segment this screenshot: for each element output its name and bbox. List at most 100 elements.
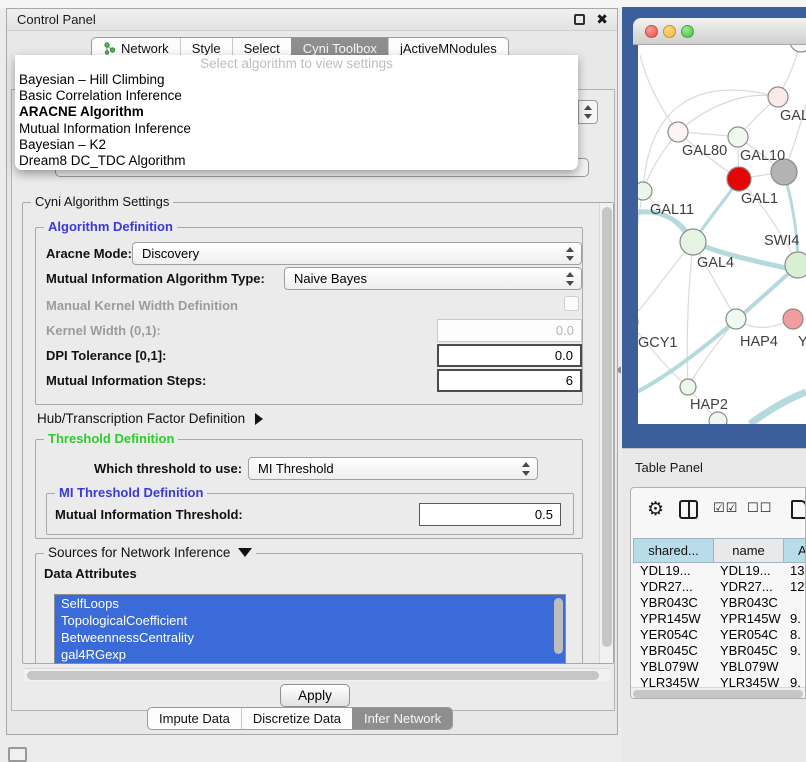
data-attributes-label: Data Attributes — [44, 566, 137, 581]
table-panel-title: Table Panel — [635, 460, 703, 475]
node-gal80[interactable] — [668, 122, 688, 142]
group-title: Threshold Definition — [44, 431, 178, 446]
aracne-mode-combobox[interactable]: Discovery — [132, 242, 582, 265]
close-panel-icon[interactable]: ✖ — [596, 11, 608, 28]
table-row[interactable]: YER054C YER054C 8. — [633, 627, 806, 643]
settings-hscrollbar-thumb[interactable] — [27, 671, 599, 680]
node-pink-right[interactable] — [783, 309, 803, 329]
table-row[interactable]: YBR043C YBR043C — [633, 595, 806, 611]
hub-definition-toggle[interactable]: Hub/Transcription Factor Definition — [37, 411, 263, 426]
dropdown-item-aracne[interactable]: ARACNE Algorithm — [15, 104, 578, 120]
mi-algorithm-type-label: Mutual Information Algorithm Type: — [46, 271, 265, 286]
node-gal1-red[interactable] — [727, 167, 751, 191]
table-row[interactable]: YBR045C YBR045C 9. — [633, 643, 806, 659]
table-hscrollbar-track[interactable] — [631, 687, 806, 699]
tab-label: Discretize Data — [253, 711, 341, 727]
network-window-titlebar[interactable] — [633, 18, 806, 45]
stepper-icon — [521, 462, 531, 476]
close-traffic-light[interactable] — [645, 25, 658, 38]
node-gal10[interactable] — [728, 127, 748, 147]
list-item[interactable]: BetweennessCentrality — [55, 629, 565, 646]
node-gal11[interactable] — [638, 182, 652, 200]
table-hscrollbar-thumb[interactable] — [633, 690, 803, 698]
zoom-traffic-light[interactable] — [681, 25, 694, 38]
node-label: GAL80 — [682, 143, 727, 159]
node-gal4[interactable] — [680, 229, 706, 255]
dropdown-item-dream8[interactable]: Dream8 DC_TDC Algorithm — [15, 153, 578, 169]
settings-vscrollbar-track[interactable] — [599, 203, 613, 663]
deselect-all-checkboxes-icon[interactable]: ☐☐ — [747, 500, 772, 516]
network-node-labels: GAL8 GAL80 GAL10 GAL1 GAL11 GAL4 SWI4 GC… — [638, 108, 806, 413]
tab-infer-network[interactable]: Infer Network — [352, 708, 452, 729]
kernel-width-field[interactable]: 0.0 — [437, 319, 582, 342]
aracne-mode-label: Aracne Mode: — [46, 246, 132, 261]
cell: YBL079W — [713, 659, 783, 675]
column-header-partial[interactable]: A — [784, 538, 806, 563]
dropdown-item-mutual-information[interactable]: Mutual Information Inference — [15, 121, 578, 137]
algorithm-definition-group: Algorithm Definition Aracne Mode: Discov… — [35, 227, 583, 405]
cell: YBL079W — [633, 659, 713, 675]
dpi-tolerance-label: DPI Tolerance [0,1]: — [46, 348, 166, 363]
tab-impute-data[interactable]: Impute Data — [148, 708, 241, 729]
settings-hscrollbar-track[interactable] — [24, 668, 610, 681]
list-vscrollbar-thumb[interactable] — [554, 598, 563, 654]
gear-icon[interactable]: ⚙ — [647, 500, 664, 519]
minimize-traffic-light[interactable] — [663, 25, 676, 38]
float-panel-icon[interactable] — [574, 14, 585, 25]
dropdown-item-bayesian-hill-climbing[interactable]: Bayesian – Hill Climbing — [15, 72, 578, 88]
minimized-panel-icon[interactable] — [8, 747, 27, 762]
column-header-shared-name[interactable]: shared... — [633, 538, 714, 563]
network-canvas[interactable]: GAL8 GAL80 GAL10 GAL1 GAL11 GAL4 SWI4 GC… — [638, 45, 806, 424]
node-label: GCY1 — [638, 335, 678, 351]
threshold-definition-group: Threshold Definition Which threshold to … — [35, 439, 583, 539]
group-title: Cyni Algorithm Settings — [31, 194, 173, 209]
cell: YBR043C — [633, 595, 713, 611]
data-attributes-list[interactable]: SelfLoops TopologicalCoefficient Between… — [54, 594, 566, 664]
node-top-right[interactable] — [790, 45, 806, 52]
mi-threshold-label: Mutual Information Threshold: — [55, 507, 243, 522]
cyni-bottom-tabbar: Impute Data Discretize Data Infer Networ… — [147, 707, 453, 730]
list-item[interactable]: SelfLoops — [55, 595, 565, 612]
cell: YDR27... — [713, 579, 783, 595]
cell: YER054C — [713, 627, 783, 643]
table-row[interactable]: YPR145W YPR145W 9. — [633, 611, 806, 627]
cell: YDL19... — [713, 563, 783, 579]
table-row[interactable]: YBL079W YBL079W — [633, 659, 806, 675]
table-row[interactable]: YDL19... YDL19... 13 — [633, 563, 806, 579]
collapse-arrow-icon[interactable] — [238, 548, 252, 557]
select-all-checkboxes-icon[interactable]: ☑☑ — [713, 500, 738, 516]
group-title: MI Threshold Definition — [55, 485, 207, 500]
tab-discretize-data[interactable]: Discretize Data — [241, 708, 352, 729]
dropdown-item-bayesian-k2[interactable]: Bayesian – K2 — [15, 137, 578, 153]
cell: YER054C — [633, 627, 713, 643]
node-hap4[interactable] — [726, 309, 746, 329]
settings-vscrollbar-thumb[interactable] — [602, 207, 612, 647]
columns-icon[interactable] — [679, 500, 698, 519]
stepper-icon — [565, 247, 575, 261]
manual-kernel-width-label: Manual Kernel Width Definition — [46, 298, 238, 313]
list-item[interactable]: gal4RGexp — [55, 646, 565, 663]
mi-threshold-field[interactable]: 0.5 — [419, 503, 561, 526]
mi-steps-field[interactable]: 6 — [437, 369, 582, 392]
node-label: Y — [798, 334, 806, 350]
mi-algorithm-type-combobox[interactable]: Naive Bayes — [284, 267, 582, 290]
cell: 9. — [783, 643, 806, 659]
node-swi4[interactable] — [785, 252, 806, 278]
apply-button[interactable]: Apply — [280, 684, 350, 707]
list-item[interactable]: TopologicalCoefficient — [55, 612, 565, 629]
node-hap2[interactable] — [680, 379, 696, 395]
node-bottom[interactable] — [709, 412, 727, 424]
dpi-tolerance-field[interactable]: 0.0 — [437, 344, 582, 367]
combo-value: MI Threshold — [258, 461, 334, 476]
column-header-name[interactable]: name — [714, 538, 784, 563]
dropdown-item-basic-correlation[interactable]: Basic Correlation Inference — [15, 88, 578, 104]
control-panel-titlebar[interactable]: Control Panel ✖ — [7, 9, 617, 31]
sources-title: Sources for Network Inference — [48, 545, 230, 560]
which-threshold-combobox[interactable]: MI Threshold — [248, 457, 538, 480]
new-table-icon[interactable] — [791, 500, 806, 519]
inference-algorithm-combobox-fragment[interactable] — [578, 100, 598, 124]
manual-kernel-width-checkbox[interactable] — [564, 296, 579, 311]
algorithm-dropdown-popup: Select algorithm to view settings Bayesi… — [15, 55, 578, 170]
node-gal8[interactable] — [768, 87, 788, 107]
table-row[interactable]: YDR27... YDR27... 12 — [633, 579, 806, 595]
